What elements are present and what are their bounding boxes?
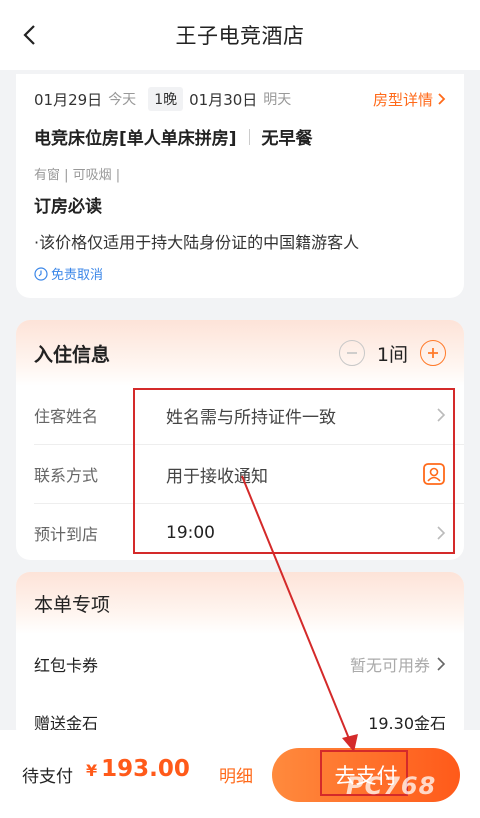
currency-symbol: ¥: [86, 761, 98, 780]
date-row: 01月29日 今天 1晚 01月30日 明天 房型详情: [34, 86, 446, 112]
coupon-value: 暂无可用券: [349, 656, 430, 675]
decrease-button[interactable]: [338, 340, 365, 366]
contact-label: 联系方式: [34, 466, 99, 485]
price-detail-button[interactable]: 明细: [219, 762, 253, 787]
coupon-label: 红包卡券: [34, 656, 99, 675]
annotation-highlight-box: [133, 388, 455, 554]
section-title: 入住信息: [34, 343, 111, 366]
chevron-right-icon: [437, 657, 446, 671]
nights-badge: 1晚: [148, 87, 184, 111]
order-specials-card: 本单专项 红包卡券 暂无可用券 赠送金石 19.30金石: [16, 572, 464, 742]
coupon-row[interactable]: 红包卡券 暂无可用券: [16, 644, 464, 684]
must-read-note: ·该价格仅适用于持大陆身份证的中国籍游客人: [34, 233, 360, 252]
room-name-row: 电竞床位房[单人单床拼房] 无早餐: [34, 124, 313, 149]
guest-name-label: 住客姓名: [34, 407, 99, 426]
room-name: 电竞床位房[单人单床拼房]: [34, 129, 237, 149]
back-button[interactable]: [14, 20, 44, 50]
minus-icon: [346, 352, 357, 354]
booking-summary-card: 01月29日 今天 1晚 01月30日 明天 房型详情 电竞床位房[单人单床拼房…: [16, 74, 464, 298]
pay-label: 待支付: [22, 767, 73, 787]
free-cancel-link[interactable]: 免责取消: [34, 264, 103, 283]
arrival-label: 预计到店: [34, 525, 99, 544]
checkin-date: 01月29日: [34, 90, 103, 109]
clock-icon: [34, 266, 48, 281]
coupon-value-wrap: 暂无可用券: [350, 652, 446, 676]
room-detail-link[interactable]: 房型详情: [373, 89, 446, 110]
price-amount: 193.00: [101, 756, 190, 782]
breakfast-info: 无早餐: [261, 129, 313, 149]
must-read-title: 订房必读: [34, 197, 102, 217]
room-count: 1间: [376, 343, 408, 366]
increase-button[interactable]: [420, 340, 446, 366]
room-counter: 1间: [338, 340, 446, 367]
checkin-day: 今天: [108, 92, 137, 108]
specials-header: 本单专项: [16, 572, 464, 634]
watermark-text: PC768: [346, 772, 437, 800]
chevron-left-icon: [23, 25, 35, 45]
page-title: 王子电竞酒店: [175, 24, 305, 48]
checkout-day: 明天: [263, 92, 292, 108]
room-detail-label: 房型详情: [372, 90, 433, 109]
room-tags: 有窗 | 可吸烟 |: [34, 168, 121, 183]
free-cancel-label: 免责取消: [51, 268, 104, 283]
section-title: 本单专项: [34, 593, 111, 616]
plus-icon: [428, 348, 438, 358]
divider: [248, 128, 250, 145]
checkout-date: 01月30日: [189, 90, 258, 109]
total-price: ¥193.00: [86, 756, 190, 782]
top-bar: 王子电竞酒店: [0, 0, 480, 70]
checkin-info-header: 入住信息 1间: [16, 320, 464, 386]
chevron-right-icon: [438, 93, 446, 105]
